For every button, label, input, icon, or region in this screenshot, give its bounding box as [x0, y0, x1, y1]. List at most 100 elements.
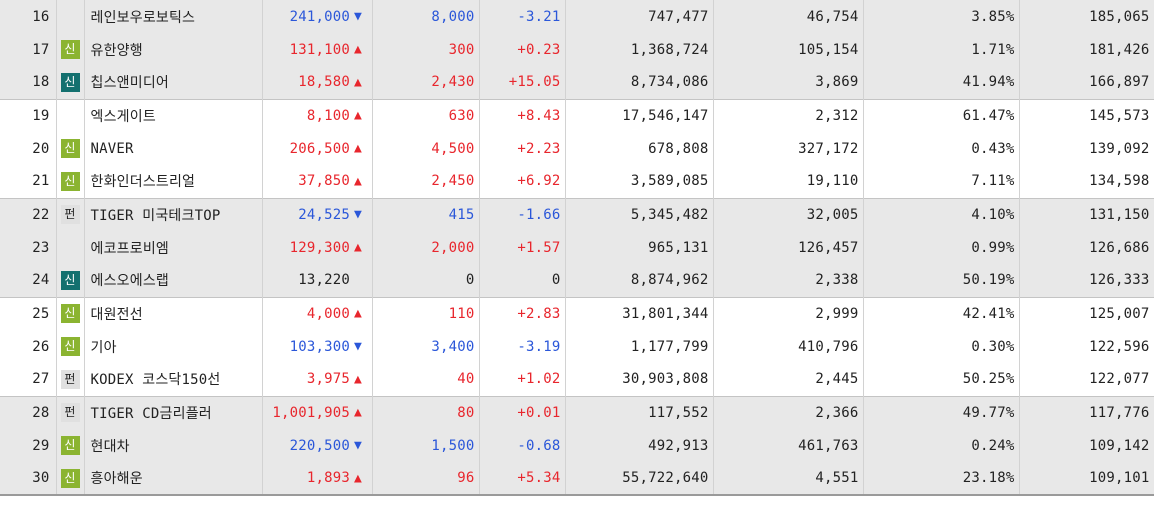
badge-cell: 펀 — [56, 197, 85, 231]
change-cell: 1,500 — [372, 429, 480, 462]
stock-name-cell[interactable]: 기아 — [84, 330, 263, 363]
stock-badge-icon: 신 — [60, 468, 80, 488]
table-row[interactable]: 30 신 흥아해운 1,893 ▲ 96 +5.34 55,722,640 4,551 23.18… — [0, 462, 1154, 496]
badge-cell: 신 — [56, 132, 85, 165]
down-arrow-icon: ▼ — [352, 0, 373, 33]
change-cell: 4,500 — [372, 132, 480, 165]
table-row[interactable]: 29 신 현대차 220,500 ▼ 1,500 -0.68 492,913 461,763 0.… — [0, 429, 1154, 462]
amount-cell: 2,312 — [713, 98, 864, 132]
market-cap-cell: 139,092 — [1019, 132, 1154, 165]
table-row[interactable]: 22 펀 TIGER 미국테크TOP 24,525 ▼ 415 -1.66 5,345,482… — [0, 197, 1154, 231]
rank-cell: 18 — [0, 66, 57, 99]
stock-badge-icon: 신 — [60, 40, 80, 59]
stock-name-cell[interactable]: TIGER 미국테크TOP — [84, 197, 263, 231]
badge-cell — [56, 0, 85, 33]
table-row[interactable]: 17 신 유한양행 131,100 ▲ 300 +0.23 1,368,724 105,154 1… — [0, 33, 1154, 66]
price-cell: 131,100 — [262, 33, 352, 66]
change-rate-cell: -0.68 — [479, 429, 566, 462]
no-change-icon — [352, 264, 373, 297]
stock-name-cell[interactable]: 대원전선 — [84, 296, 263, 330]
ratio-cell: 41.94% — [863, 66, 1020, 99]
table-row[interactable]: 18 신 칩스앤미디어 18,580 ▲ 2,430 +15.05 8,734,086 3,86… — [0, 66, 1154, 99]
badge-cell: 신 — [56, 429, 85, 462]
stock-name-cell[interactable]: TIGER CD금리플러 — [84, 395, 263, 429]
table-row[interactable]: 26 신 기아 103,300 ▼ 3,400 -3.19 1,177,799 410,796 0… — [0, 330, 1154, 363]
stock-badge-icon: 신 — [60, 337, 80, 356]
volume-cell: 5,345,482 — [565, 197, 714, 231]
up-arrow-icon: ▲ — [352, 395, 373, 429]
stock-badge-icon: 펀 — [60, 403, 80, 423]
ratio-cell: 0.30% — [863, 330, 1020, 363]
stock-badge-icon: 신 — [60, 270, 80, 290]
rank-cell: 24 — [0, 264, 57, 297]
stock-ranking-table: 16 레인보우로보틱스 241,000 ▼ 8,000 -3.21 747,477 46,75… — [0, 0, 1154, 496]
table-row[interactable]: 20 신 NAVER 206,500 ▲ 4,500 +2.23 678,808 327,172… — [0, 132, 1154, 165]
table-row[interactable]: 16 레인보우로보틱스 241,000 ▼ 8,000 -3.21 747,477 46,75… — [0, 0, 1154, 33]
change-cell: 2,450 — [372, 165, 480, 198]
stock-name-cell[interactable]: KODEX 코스닥150선 — [84, 363, 263, 396]
rank-cell: 22 — [0, 197, 57, 231]
volume-cell: 3,589,085 — [565, 165, 714, 198]
price-cell: 129,300 — [262, 231, 352, 264]
up-arrow-icon: ▲ — [352, 33, 373, 66]
rank-cell: 27 — [0, 363, 57, 396]
stock-name-cell[interactable]: 레인보우로보틱스 — [84, 0, 263, 33]
badge-cell: 신 — [56, 66, 85, 99]
stock-name-cell[interactable]: 한화인더스트리얼 — [84, 165, 263, 198]
table-row[interactable]: 27 펀 KODEX 코스닥150선 3,975 ▲ 40 +1.02 30,903,808 2… — [0, 363, 1154, 396]
amount-cell: 126,457 — [713, 231, 864, 264]
change-cell: 0 — [372, 264, 480, 297]
market-cap-cell: 117,776 — [1019, 395, 1154, 429]
stock-badge-icon: 펀 — [60, 369, 80, 389]
stock-name-cell[interactable]: 현대차 — [84, 429, 263, 462]
ratio-cell: 7.11% — [863, 165, 1020, 198]
volume-cell: 8,874,962 — [565, 264, 714, 297]
change-cell: 300 — [372, 33, 480, 66]
rank-cell: 21 — [0, 165, 57, 198]
volume-cell: 117,552 — [565, 395, 714, 429]
stock-name-cell[interactable]: 흥아해운 — [84, 462, 263, 496]
up-arrow-icon: ▲ — [352, 462, 373, 496]
table-row[interactable]: 25 신 대원전선 4,000 ▲ 110 +2.83 31,801,344 2,999 42.4… — [0, 296, 1154, 330]
change-rate-cell: -3.19 — [479, 330, 566, 363]
amount-cell: 4,551 — [713, 462, 864, 496]
table-row[interactable]: 24 신 에스오에스랩 13,220 0 0 8,874,962 2,338 50.19% 126… — [0, 264, 1154, 297]
ratio-cell: 50.25% — [863, 363, 1020, 396]
stock-name-cell[interactable]: NAVER — [84, 132, 263, 165]
change-cell: 110 — [372, 296, 480, 330]
rank-cell: 26 — [0, 330, 57, 363]
ratio-cell: 61.47% — [863, 98, 1020, 132]
change-rate-cell: +2.83 — [479, 296, 566, 330]
rank-cell: 25 — [0, 296, 57, 330]
stock-name-cell[interactable]: 엑스게이트 — [84, 98, 263, 132]
stock-name-cell[interactable]: 유한양행 — [84, 33, 263, 66]
volume-cell: 747,477 — [565, 0, 714, 33]
table-row[interactable]: 28 펀 TIGER CD금리플러 1,001,905 ▲ 80 +0.01 117,552 2… — [0, 395, 1154, 429]
volume-cell: 1,177,799 — [565, 330, 714, 363]
market-cap-cell: 125,007 — [1019, 296, 1154, 330]
change-rate-cell: +0.01 — [479, 395, 566, 429]
amount-cell: 327,172 — [713, 132, 864, 165]
stock-badge-icon: 신 — [60, 139, 80, 158]
stock-name-cell[interactable]: 칩스앤미디어 — [84, 66, 263, 99]
amount-cell: 3,869 — [713, 66, 864, 99]
volume-cell: 8,734,086 — [565, 66, 714, 99]
table-row[interactable]: 21 신 한화인더스트리얼 37,850 ▲ 2,450 +6.92 3,589,085 19,… — [0, 165, 1154, 198]
badge-cell: 신 — [56, 33, 85, 66]
change-cell: 96 — [372, 462, 480, 496]
change-cell: 2,000 — [372, 231, 480, 264]
amount-cell: 2,338 — [713, 264, 864, 297]
badge-cell — [56, 231, 85, 264]
up-arrow-icon: ▲ — [352, 98, 373, 132]
stock-name-cell[interactable]: 에코프로비엠 — [84, 231, 263, 264]
table-row[interactable]: 23 에코프로비엠 129,300 ▲ 2,000 +1.57 965,131 126,457… — [0, 231, 1154, 264]
change-cell: 80 — [372, 395, 480, 429]
stock-badge-icon: 신 — [60, 436, 80, 455]
change-cell: 40 — [372, 363, 480, 396]
table-row[interactable]: 19 엑스게이트 8,100 ▲ 630 +8.43 17,546,147 2,312 61.4… — [0, 98, 1154, 132]
amount-cell: 2,445 — [713, 363, 864, 396]
badge-cell — [56, 98, 85, 132]
stock-name-cell[interactable]: 에스오에스랩 — [84, 264, 263, 297]
rank-cell: 17 — [0, 33, 57, 66]
change-rate-cell: +1.57 — [479, 231, 566, 264]
